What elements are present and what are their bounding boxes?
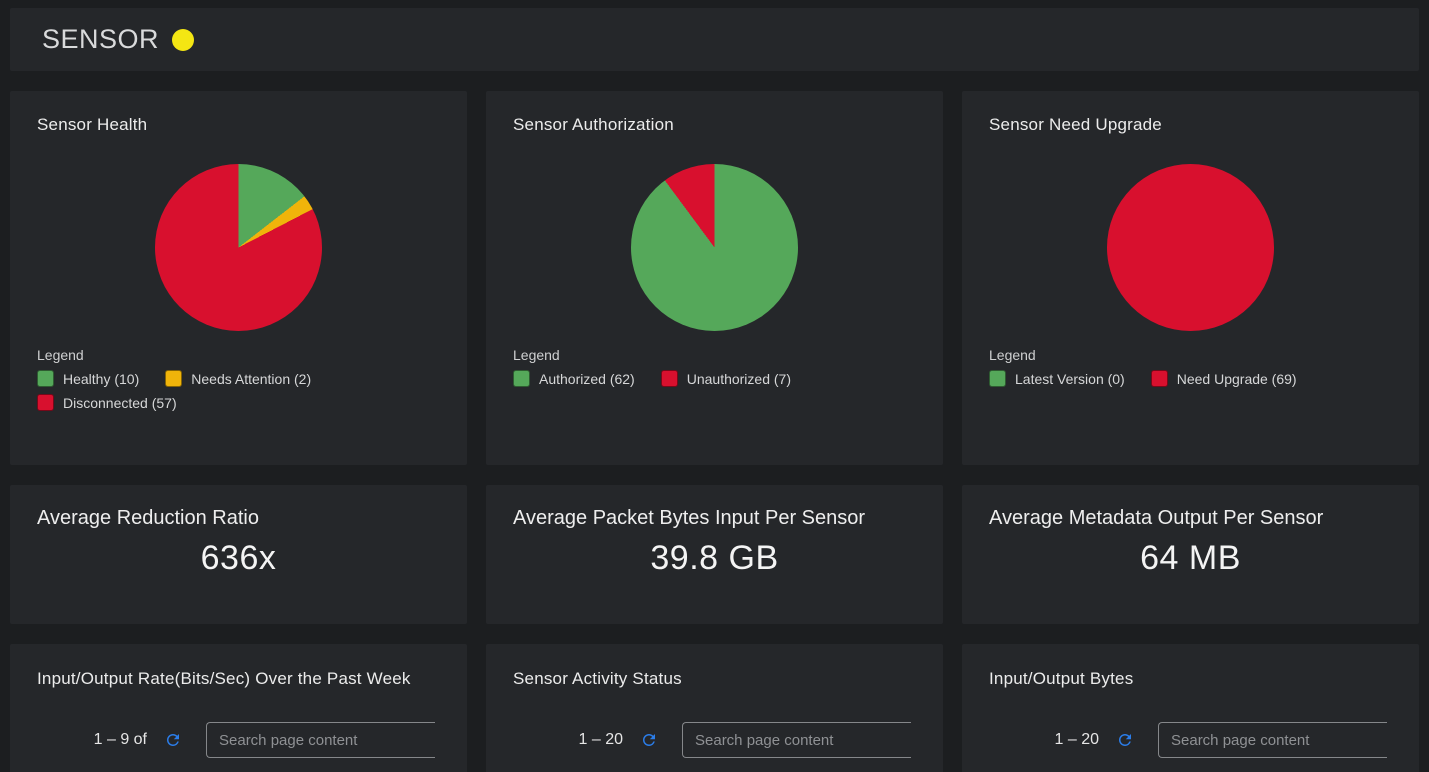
legend-item-label: Need Upgrade (69) (1177, 371, 1297, 387)
legend-item-disconnected[interactable]: Disconnected (57) (37, 394, 177, 411)
status-dot-icon (172, 29, 194, 51)
legend-item-label: Needs Attention (2) (191, 371, 311, 387)
legend-title: Legend (513, 347, 916, 363)
table-controls: 1 – 20 (989, 722, 1392, 758)
sensor-dashboard-page: SENSOR Sensor Health Legend Healthy (10)… (0, 0, 1429, 772)
search-input[interactable] (1158, 722, 1387, 758)
legend-item-need-upgrade[interactable]: Need Upgrade (69) (1151, 370, 1297, 387)
legend-item-label: Latest Version (0) (1015, 371, 1125, 387)
legend-item-label: Authorized (62) (539, 371, 635, 387)
stats-row: Average Reduction Ratio 636x Average Pac… (10, 485, 1419, 624)
average-packet-bytes-input-card: Average Packet Bytes Input Per Sensor 39… (486, 485, 943, 624)
pagination-range: 1 – 20 (563, 731, 623, 749)
stat-value: 39.8 GB (513, 539, 916, 578)
legend-item-needs-attention[interactable]: Needs Attention (2) (165, 370, 311, 387)
legend-swatch-icon (37, 370, 54, 387)
legend-item-latest-version[interactable]: Latest Version (0) (989, 370, 1125, 387)
table-controls: 1 – 9 of (37, 722, 440, 758)
legend-items: Latest Version (0) Need Upgrade (69) (989, 370, 1329, 387)
stat-value: 636x (37, 539, 440, 578)
sensor-health-card: Sensor Health Legend Healthy (10) Needs … (10, 91, 467, 465)
chart-legend: Legend Authorized (62) Unauthorized (7) (513, 347, 916, 387)
pagination-range: 1 – 9 of (87, 731, 147, 749)
refresh-button[interactable] (164, 731, 182, 749)
refresh-icon (1116, 731, 1134, 749)
sensor-need-upgrade-card: Sensor Need Upgrade Legend Latest Versio… (962, 91, 1419, 465)
legend-swatch-icon (989, 370, 1006, 387)
card-title: Sensor Authorization (513, 115, 916, 135)
legend-item-label: Unauthorized (7) (687, 371, 791, 387)
legend-swatch-icon (1151, 370, 1168, 387)
average-reduction-ratio-card: Average Reduction Ratio 636x (10, 485, 467, 624)
io-rate-past-week-card: Input/Output Rate(Bits/Sec) Over the Pas… (10, 644, 467, 772)
legend-swatch-icon (37, 394, 54, 411)
page-header: SENSOR (10, 8, 1419, 71)
stat-value: 64 MB (989, 539, 1392, 578)
chart-legend: Legend Healthy (10) Needs Attention (2) … (37, 347, 440, 411)
legend-item-unauthorized[interactable]: Unauthorized (7) (661, 370, 791, 387)
legend-items: Authorized (62) Unauthorized (7) (513, 370, 853, 387)
search-input[interactable] (682, 722, 911, 758)
page-title: SENSOR (42, 24, 159, 55)
legend-title: Legend (989, 347, 1392, 363)
legend-swatch-icon (661, 370, 678, 387)
card-title: Input/Output Rate(Bits/Sec) Over the Pas… (37, 669, 440, 689)
legend-items: Healthy (10) Needs Attention (2) Disconn… (37, 370, 377, 411)
stat-title: Average Reduction Ratio (37, 507, 440, 530)
card-title: Sensor Activity Status (513, 669, 916, 689)
legend-item-healthy[interactable]: Healthy (10) (37, 370, 139, 387)
sensor-activity-status-card: Sensor Activity Status 1 – 20 (486, 644, 943, 772)
chart-legend: Legend Latest Version (0) Need Upgrade (… (989, 347, 1392, 387)
refresh-button[interactable] (640, 731, 658, 749)
legend-item-label: Healthy (10) (63, 371, 139, 387)
refresh-icon (640, 731, 658, 749)
table-controls: 1 – 20 (513, 722, 916, 758)
pagination-range: 1 – 20 (1039, 731, 1099, 749)
legend-title: Legend (37, 347, 440, 363)
io-bytes-card: Input/Output Bytes 1 – 20 (962, 644, 1419, 772)
search-input[interactable] (206, 722, 435, 758)
refresh-icon (164, 731, 182, 749)
sensor-authorization-pie-chart[interactable] (631, 164, 798, 331)
legend-item-label: Disconnected (57) (63, 395, 177, 411)
legend-swatch-icon (513, 370, 530, 387)
stat-title: Average Metadata Output Per Sensor (989, 507, 1392, 530)
sensor-health-pie-chart[interactable] (155, 164, 322, 331)
sensor-need-upgrade-pie-chart[interactable] (1107, 164, 1274, 331)
stat-title: Average Packet Bytes Input Per Sensor (513, 507, 916, 530)
pie-charts-row: Sensor Health Legend Healthy (10) Needs … (10, 91, 1419, 465)
legend-swatch-icon (165, 370, 182, 387)
refresh-button[interactable] (1116, 731, 1134, 749)
card-title: Sensor Need Upgrade (989, 115, 1392, 135)
tables-row: Input/Output Rate(Bits/Sec) Over the Pas… (10, 644, 1419, 772)
card-title: Sensor Health (37, 115, 440, 135)
sensor-authorization-card: Sensor Authorization Legend Authorized (… (486, 91, 943, 465)
card-title: Input/Output Bytes (989, 669, 1392, 689)
legend-item-authorized[interactable]: Authorized (62) (513, 370, 635, 387)
average-metadata-output-card: Average Metadata Output Per Sensor 64 MB (962, 485, 1419, 624)
